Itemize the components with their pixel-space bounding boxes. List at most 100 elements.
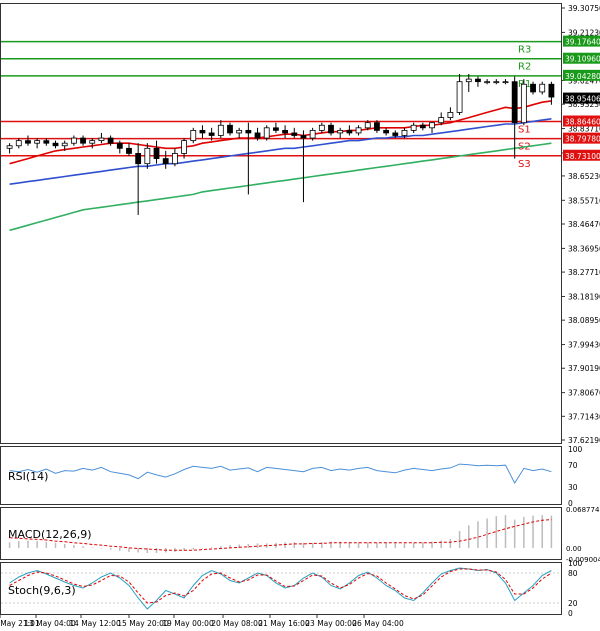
candle-body <box>254 132 261 139</box>
candle-body <box>208 132 215 136</box>
candle-body <box>548 83 555 98</box>
macd-label: MACD(12,26,9) <box>8 528 92 541</box>
candle-body <box>346 129 353 134</box>
main-price-panel: R3R2R1S1S2S3 39.3075039.2123039.0247038.… <box>0 3 600 445</box>
stoch-panel: Stoch(9,6,3) <box>0 562 562 615</box>
pivot-price-tag: 38.79780 <box>565 135 600 144</box>
trading-chart: R3R2R1S1S2S3 39.3075039.2123039.0247038.… <box>0 3 600 628</box>
candle-body <box>43 140 50 144</box>
price-tick-label: 38.18190 <box>568 292 600 301</box>
candlesticks <box>6 73 555 215</box>
time-tick-label: 19 May 00:00 <box>162 619 214 628</box>
macd-panel: MACD(12,26,9) <box>0 507 562 560</box>
pivot-name-s1: S1 <box>518 125 531 136</box>
main-panel-frame <box>0 3 562 444</box>
candle-body <box>328 124 334 134</box>
candle-body <box>25 140 31 144</box>
candle-body <box>374 122 380 131</box>
candle-body <box>126 147 132 154</box>
rsi-series <box>9 463 552 485</box>
time-tick-label: 14 May 12:00 <box>69 619 121 628</box>
macd-tick-label: 0.00 <box>566 545 582 553</box>
time-axis: 12 May 21:0113 May 04:0014 May 12:0015 M… <box>0 614 404 628</box>
candle-body <box>520 83 527 124</box>
stoch-tick-label: 0 <box>568 609 573 618</box>
time-tick-label: 23 May 00:00 <box>305 619 357 628</box>
candle-body <box>6 145 13 149</box>
pivot-price-tag: 39.10960 <box>565 55 600 64</box>
candle-body <box>401 129 408 136</box>
candle-body <box>199 129 206 134</box>
pivot-price-tag: 39.17640 <box>565 38 600 47</box>
candle-body <box>429 122 435 129</box>
candle-body <box>273 127 279 131</box>
stoch-tick-label: 20 <box>568 599 578 608</box>
price-tick-label: 38.08950 <box>568 316 600 325</box>
candle-body <box>355 127 362 134</box>
candle-body <box>190 129 197 142</box>
indicator-axes: 100703000.0687740.00-0.00900410080200 <box>566 445 600 618</box>
stoch-tick-label: 100 <box>568 559 583 568</box>
time-tick-label: 20 May 08:00 <box>211 619 263 628</box>
candle-body <box>484 81 491 84</box>
candle-body <box>227 124 233 134</box>
candle-body <box>181 140 187 154</box>
rsi-label: RSI(14) <box>8 470 48 483</box>
price-tick-label: 38.27710 <box>568 268 600 277</box>
candle-body <box>80 137 86 144</box>
price-tick-label: 37.62190 <box>568 436 600 445</box>
moving-averages <box>9 100 552 232</box>
candle-body <box>309 129 316 139</box>
candle-body <box>217 124 224 136</box>
stoch-tick-label: 80 <box>568 569 578 578</box>
candle-body <box>493 81 500 84</box>
candle-body <box>107 137 114 144</box>
price-tick-label: 38.46470 <box>568 220 600 229</box>
price-tick-label: 38.36950 <box>568 244 600 253</box>
ma-blue-line <box>9 118 552 185</box>
pivot-price-tag: 38.86460 <box>565 118 600 127</box>
candle-body <box>511 81 518 124</box>
candle-body <box>171 153 178 165</box>
pivot-name-r3: R3 <box>518 45 531 56</box>
candle-body <box>153 147 160 159</box>
candle-body <box>89 140 96 144</box>
candle-body <box>116 142 123 149</box>
rsi-tick-label: 30 <box>568 483 578 492</box>
rsi-tick-label: 100 <box>568 445 583 454</box>
candle-body <box>530 83 536 93</box>
current-price-tag: 38.95406 <box>565 95 600 104</box>
stoch-series <box>1 567 561 610</box>
candle-body <box>70 137 77 144</box>
time-tick-label: 21 May 16:00 <box>258 619 310 628</box>
macd-tick-label: 0.068774 <box>566 506 600 514</box>
rsi-panel-frame <box>0 446 562 505</box>
price-tick-label: 37.80670 <box>568 389 600 398</box>
candle-body <box>291 132 298 136</box>
time-tick-label: 15 May 20:00 <box>117 619 169 628</box>
candle-body <box>135 153 142 165</box>
candle-body <box>61 142 68 147</box>
candle-body <box>383 129 390 134</box>
price-tick-label: 38.65230 <box>568 172 600 181</box>
pivot-name-r2: R2 <box>518 62 531 73</box>
candle-body <box>456 81 463 113</box>
candle-body <box>392 132 399 136</box>
candle-body <box>502 81 509 84</box>
candle-body <box>236 129 243 134</box>
time-tick-label: 26 May 04:00 <box>352 619 404 628</box>
price-tick-label: 37.71430 <box>568 412 600 421</box>
price-tick-label: 37.99430 <box>568 341 600 350</box>
candle-body <box>52 142 59 147</box>
candle-body <box>364 122 371 129</box>
rsi-panel: RSI(14) <box>0 446 562 505</box>
price-tick-label: 39.30750 <box>568 4 600 13</box>
candle-body <box>162 158 169 165</box>
candle-body <box>144 147 151 165</box>
rsi-tick-label: 70 <box>568 461 578 470</box>
candle-body <box>465 78 472 83</box>
pivot-name-s3: S3 <box>518 159 531 170</box>
time-tick-label: 13 May 04:00 <box>24 619 76 628</box>
candle-body <box>539 83 546 93</box>
level-price-tags: 39.17640 39.10960 39.04280 38.86460 38.79780… <box>563 35 600 161</box>
